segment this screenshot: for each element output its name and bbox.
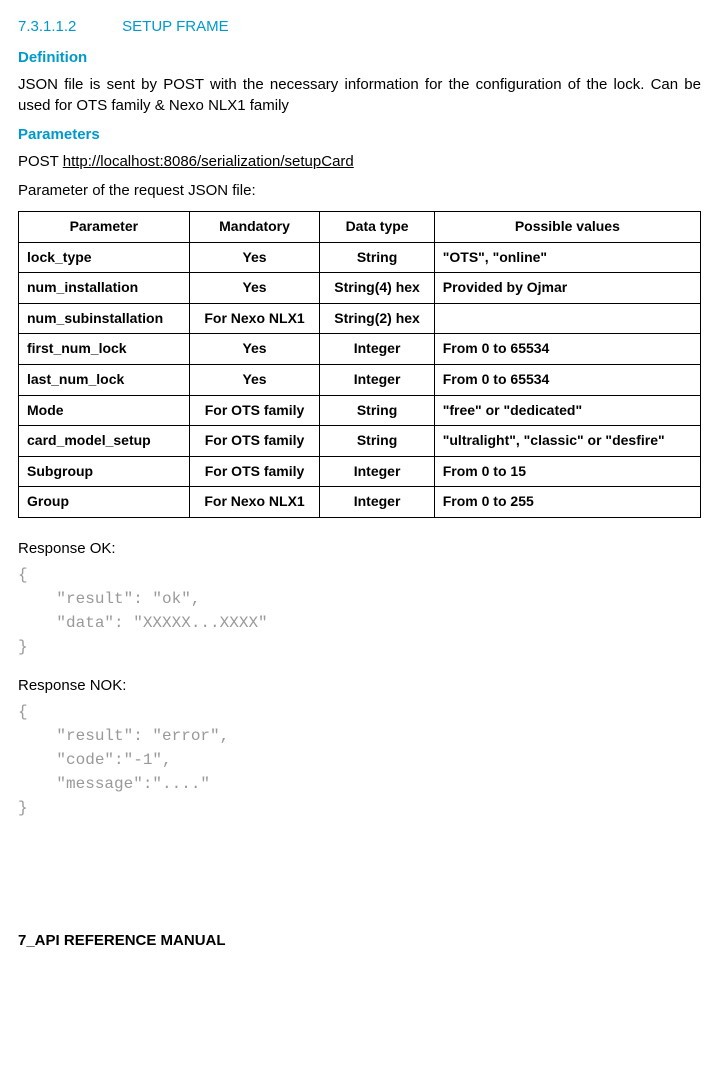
cell-possible-values: "ultralight", "classic" or "desfire" (434, 426, 700, 457)
cell-possible-values: From 0 to 255 (434, 487, 700, 518)
response-nok-code: { "result": "error", "code":"-1", "messa… (18, 700, 701, 820)
response-ok-code: { "result": "ok", "data": "XXXXX...XXXX"… (18, 563, 701, 659)
endpoint-url: http://localhost:8086/serialization/setu… (63, 153, 354, 170)
column-header: Parameter (19, 212, 190, 243)
response-nok-label: Response NOK: (18, 675, 701, 696)
cell-possible-values: Provided by Ojmar (434, 273, 700, 304)
section-heading: 7.3.1.1.2 SETUP FRAME (18, 16, 701, 37)
table-row: num_installationYesString(4) hexProvided… (19, 273, 701, 304)
cell-mandatory: Yes (189, 364, 320, 395)
page-footer: 7_API REFERENCE MANUAL (18, 930, 701, 951)
cell-mandatory: For Nexo NLX1 (189, 487, 320, 518)
cell-parameter: card_model_setup (19, 426, 190, 457)
cell-possible-values: "OTS", "online" (434, 242, 700, 273)
cell-datatype: Integer (320, 456, 434, 487)
table-row: ModeFor OTS familyString"free" or "dedic… (19, 395, 701, 426)
column-header: Possible values (434, 212, 700, 243)
cell-datatype: Integer (320, 487, 434, 518)
cell-datatype: String (320, 395, 434, 426)
cell-datatype: String (320, 242, 434, 273)
section-title: SETUP FRAME (122, 18, 228, 35)
column-header: Data type (320, 212, 434, 243)
table-row: lock_typeYesString"OTS", "online" (19, 242, 701, 273)
table-header-row: Parameter Mandatory Data type Possible v… (19, 212, 701, 243)
cell-mandatory: For OTS family (189, 426, 320, 457)
cell-mandatory: For OTS family (189, 395, 320, 426)
response-ok-label: Response OK: (18, 538, 701, 559)
parameters-table: Parameter Mandatory Data type Possible v… (18, 211, 701, 518)
cell-datatype: String(4) hex (320, 273, 434, 304)
section-number: 7.3.1.1.2 (18, 16, 118, 37)
cell-mandatory: For OTS family (189, 456, 320, 487)
table-row: card_model_setupFor OTS familyString"ult… (19, 426, 701, 457)
cell-datatype: Integer (320, 364, 434, 395)
table-row: SubgroupFor OTS familyIntegerFrom 0 to 1… (19, 456, 701, 487)
cell-possible-values: "free" or "dedicated" (434, 395, 700, 426)
cell-datatype: Integer (320, 334, 434, 365)
table-row: num_subinstallationFor Nexo NLX1String(2… (19, 303, 701, 334)
cell-parameter: Subgroup (19, 456, 190, 487)
cell-possible-values: From 0 to 65534 (434, 364, 700, 395)
endpoint-line: POST http://localhost:8086/serialization… (18, 151, 701, 172)
cell-mandatory: Yes (189, 273, 320, 304)
cell-mandatory: Yes (189, 334, 320, 365)
cell-possible-values: From 0 to 15 (434, 456, 700, 487)
cell-parameter: Mode (19, 395, 190, 426)
cell-parameter: lock_type (19, 242, 190, 273)
definition-text: JSON file is sent by POST with the neces… (18, 74, 701, 116)
table-row: GroupFor Nexo NLX1IntegerFrom 0 to 255 (19, 487, 701, 518)
cell-datatype: String (320, 426, 434, 457)
table-row: last_num_lockYesIntegerFrom 0 to 65534 (19, 364, 701, 395)
http-method: POST (18, 153, 63, 170)
cell-possible-values: From 0 to 65534 (434, 334, 700, 365)
table-row: first_num_lockYesIntegerFrom 0 to 65534 (19, 334, 701, 365)
cell-mandatory: For Nexo NLX1 (189, 303, 320, 334)
definition-heading: Definition (18, 47, 701, 68)
parameters-heading: Parameters (18, 124, 701, 145)
cell-mandatory: Yes (189, 242, 320, 273)
cell-parameter: Group (19, 487, 190, 518)
cell-parameter: num_installation (19, 273, 190, 304)
cell-parameter: num_subinstallation (19, 303, 190, 334)
cell-datatype: String(2) hex (320, 303, 434, 334)
cell-parameter: first_num_lock (19, 334, 190, 365)
column-header: Mandatory (189, 212, 320, 243)
cell-parameter: last_num_lock (19, 364, 190, 395)
cell-possible-values (434, 303, 700, 334)
parameters-intro: Parameter of the request JSON file: (18, 180, 701, 201)
